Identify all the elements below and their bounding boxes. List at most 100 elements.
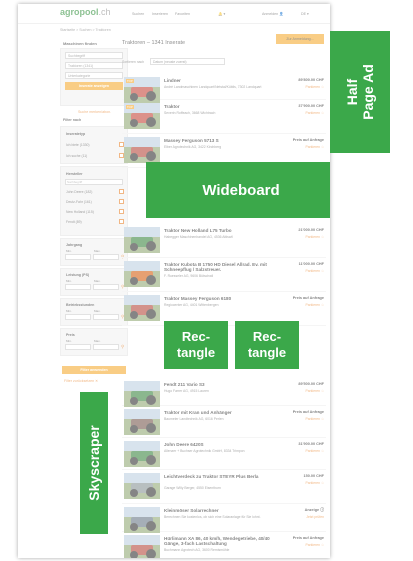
listing-thumbnail[interactable] [124, 381, 160, 407]
park-star-icon[interactable]: Parkieren ☆ [306, 481, 325, 485]
listing-title-link[interactable]: Traktor New Holland L75 Turbo [164, 228, 274, 233]
listing-title-link[interactable]: Massey Ferguson 5713 S [164, 138, 274, 143]
park-star-icon[interactable]: Parkieren ☆ [306, 543, 325, 547]
apply-filter-button[interactable]: Filter anwenden [62, 366, 126, 374]
filter-leistung-title: Leistung (PS) [66, 273, 90, 277]
language-select[interactable]: DE ▾ [301, 12, 309, 16]
category-select[interactable]: Traktoren (1341) [65, 62, 123, 69]
filter-icon[interactable]: ⚲ [121, 344, 124, 350]
listing-thumbnail[interactable] [124, 137, 160, 163]
listing-seller: Habegger Maschinenhandel AG, 4536 Attisw… [164, 235, 233, 239]
park-star-icon[interactable]: Parkieren ☆ [306, 85, 325, 89]
ad-rectangle-2[interactable]: Rec- tangle [235, 321, 299, 369]
search-save-button[interactable]: Zur Anmeldung... [276, 34, 324, 44]
listing-thumbnail[interactable] [124, 507, 160, 533]
listing-price: 89'800.00 CHF [298, 78, 324, 82]
listing-item[interactable]: Hürlimann XA 86, 40 km/h, Wendegetriebe,… [122, 532, 326, 558]
ad-skyscraper[interactable]: Skyscraper [80, 392, 108, 534]
park-star-icon[interactable]: Parkieren ☆ [306, 111, 325, 115]
listing-price: 37'900.00 CHF [298, 104, 324, 108]
listing-price: Preis auf Anfrage [292, 296, 324, 300]
park-star-icon[interactable]: Parkieren ☆ [306, 449, 325, 453]
listing-title-link[interactable]: Traktor mit Kran und Anhänger [164, 410, 274, 415]
park-star-icon[interactable]: Parkieren ☆ [306, 389, 325, 393]
listing-item[interactable]: Kleinmöser Solarrechner Berechnen Sie kos… [122, 504, 326, 533]
listing-item[interactable]: TOP Traktor Severin Roffeach, 3668 Wichtra… [122, 100, 326, 134]
listing-price: 89'500.00 CHF [298, 382, 324, 386]
listing-item[interactable]: TOP Lindner Andrè Landmaschinen Landquart/… [122, 74, 326, 103]
preis-max-input[interactable] [93, 344, 119, 350]
listing-seller: Hugo Farrer AG, 4915 Lauren [164, 389, 209, 393]
max-label: Max. [94, 249, 101, 253]
nav-inserieren[interactable]: Inserieren [152, 12, 168, 16]
park-star-icon[interactable]: Parkieren ☆ [306, 145, 325, 149]
leistung-min-input[interactable] [65, 284, 91, 290]
reset-filter-link[interactable]: Filter zurücksetzen ✕ [64, 379, 98, 383]
jahrgang-min-input[interactable] [65, 254, 91, 260]
min-label: Min. [66, 249, 72, 253]
min-label: Min. [66, 309, 72, 313]
park-star-icon[interactable]: Parkieren ☆ [306, 269, 325, 273]
park-star-icon[interactable]: Parkieren ☆ [306, 417, 325, 421]
listing-title-link[interactable]: Kleinmöser Solarrechner [164, 508, 274, 513]
park-star-icon[interactable]: Jetzt prüfen [306, 515, 324, 519]
listing-title: Traktoren – 1341 Inserate [122, 40, 186, 46]
max-label: Max. [94, 309, 101, 313]
listing-thumbnail[interactable] [124, 227, 160, 253]
preis-min-input[interactable] [65, 344, 91, 350]
listing-title-link[interactable]: Fendt 211 Vario S3 [164, 382, 274, 387]
listing-thumbnail[interactable] [124, 409, 160, 435]
listing-item[interactable]: Fendt 211 Vario S3 Hugo Farrer AG, 4915 L… [122, 378, 326, 407]
subcategory-select[interactable]: Unterkategorie [65, 72, 123, 79]
listing-title-link[interactable]: Lindner [164, 78, 274, 83]
hersteller-search-input[interactable]: Suchbegriff [65, 179, 123, 185]
save-search-link[interactable]: Suche merken/abon. [78, 110, 111, 114]
listing-price: 21'000.00 CHF [298, 228, 324, 232]
listing-title-link[interactable]: Leichtverdeck zu Traktor STEYR Plus Berl… [164, 474, 274, 479]
listing-seller: Garage Willy Berger, 4550 Eisenthurn [164, 486, 221, 490]
sort-select[interactable]: Datum (neuste zuerst) [150, 58, 225, 65]
listing-thumbnail[interactable] [124, 473, 160, 499]
filter-option: Fendt (89) [66, 220, 82, 224]
nav-anmelden[interactable]: Anmelden 👤 [262, 12, 284, 16]
filter-checkbox[interactable] [119, 199, 124, 204]
listing-seller: Andrè Landmaschinen Landquart/Netstal/Kü… [164, 85, 262, 89]
listing-item[interactable]: Traktor mit Kran und Anhänger Baumeler La… [122, 406, 326, 438]
listing-price: Preis auf Anfrage [292, 410, 324, 414]
stunden-max-input[interactable] [93, 314, 119, 320]
listing-item[interactable]: Traktor New Holland L75 Turbo Habegger Ma… [122, 224, 326, 258]
ad-rectangle-1[interactable]: Rec- tangle [164, 321, 228, 369]
listing-title-link[interactable]: John Deere 6420S [164, 442, 274, 447]
listing-title-link[interactable]: Traktor [164, 104, 274, 109]
stunden-min-input[interactable] [65, 314, 91, 320]
listing-title-link[interactable]: Traktor Massey Ferguson 6180 [164, 296, 274, 301]
breadcrumb[interactable]: Startseite > Suchen > Traktoren [60, 28, 111, 32]
nav-favoriten[interactable]: Favoriten [175, 12, 190, 16]
show-listings-button[interactable]: Inserate anzeigen [65, 82, 123, 90]
jahrgang-max-input[interactable] [93, 254, 119, 260]
listing-thumbnail[interactable]: TOP [124, 103, 160, 129]
page-content: agropool.ch Suchen Inserieren Favoriten … [18, 4, 330, 558]
notifications-bell-icon[interactable]: 🔔 ▾ [218, 12, 225, 16]
listing-item[interactable]: Traktor Kubota B 1750 HD Diesel Allrad. … [122, 258, 326, 292]
nav-suchen[interactable]: Suchen [132, 12, 144, 16]
site-logo[interactable]: agropool.ch [60, 7, 111, 17]
ad-wideboard[interactable]: Wideboard [146, 162, 330, 218]
listing-thumbnail[interactable] [124, 535, 160, 558]
filter-checkbox[interactable] [119, 189, 124, 194]
ad-half-page[interactable]: Half Page Ad [330, 31, 390, 153]
listing-thumbnail[interactable] [124, 261, 160, 287]
listing-title-link[interactable]: Hürlimann XA 86, 40 km/h, Wendegetriebe,… [164, 536, 274, 547]
filter-checkbox[interactable] [119, 209, 124, 214]
leistung-max-input[interactable] [93, 284, 119, 290]
min-label: Min. [66, 339, 72, 343]
sidebar-search-input[interactable]: Suchbegriff [65, 52, 123, 59]
listing-item[interactable]: Leichtverdeck zu Traktor STEYR Plus Berl… [122, 470, 326, 504]
listing-title-link[interactable]: Traktor Kubota B 1750 HD Diesel Allrad. … [164, 262, 274, 273]
listing-thumbnail[interactable] [124, 441, 160, 467]
sidebar-title: Maschinen finden [63, 41, 97, 46]
listing-item[interactable]: John Deere 6420S Allenzer + Buchser Agrot… [122, 438, 326, 470]
listing-thumbnail[interactable] [124, 295, 160, 321]
park-star-icon[interactable]: Parkieren ☆ [306, 303, 325, 307]
park-star-icon[interactable]: Parkieren ☆ [306, 235, 325, 239]
